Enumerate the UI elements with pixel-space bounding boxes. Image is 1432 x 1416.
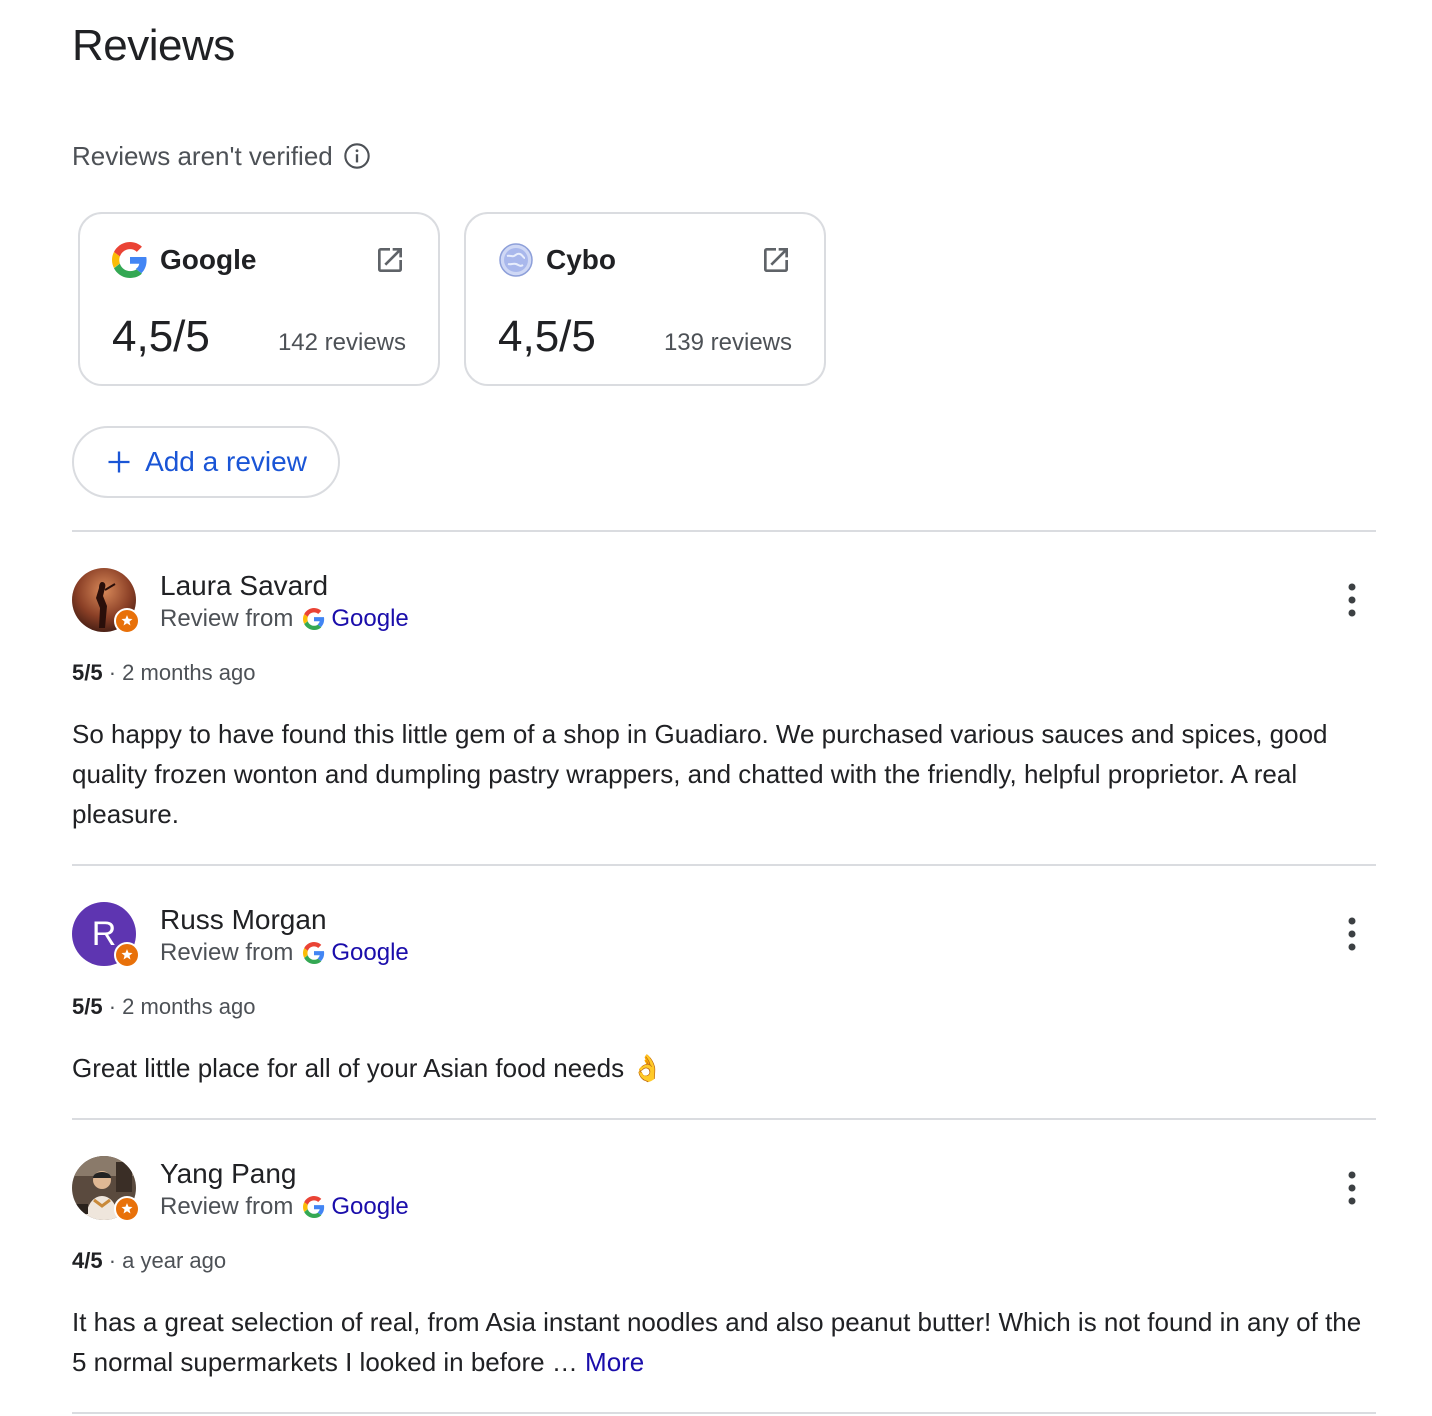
more-options-icon[interactable] [1344,582,1360,618]
source-card-cybo[interactable]: Cybo 4,5/5 139 reviews [464,212,826,386]
local-guide-badge-icon [114,1196,140,1222]
source-card-google[interactable]: Google 4,5/5 142 reviews [78,212,440,386]
review-source-name: Google [331,1193,409,1220]
verification-note: Reviews aren't verified [72,138,371,174]
review-score: 5/5 [72,994,103,1019]
google-g-icon [112,242,147,278]
review-item: Yang Pang Review from Google 4/5 · a yea… [72,1156,1376,1396]
source-rating: 4,5/5 [112,312,210,361]
review-source-link[interactable]: Google [303,1192,409,1222]
add-review-button[interactable]: Add a review [72,426,340,498]
review-text: Great little place for all of your Asian… [72,1053,664,1083]
divider [72,1412,1376,1414]
add-review-label: Add a review [145,446,307,477]
review-from-label: Review from [160,605,294,632]
page-title: Reviews [72,21,235,70]
divider [72,864,1376,866]
review-source-line: Review from Google [160,938,409,968]
review-score: 5/5 [72,660,103,685]
more-link[interactable]: More [585,1347,644,1377]
source-review-count: 139 reviews [663,329,792,356]
review-from-label: Review from [160,939,294,966]
review-meta: 5/5 · 2 months ago [72,992,255,1022]
avatar[interactable]: R [72,902,140,968]
info-icon[interactable] [343,142,371,170]
source-name: Cybo [546,244,616,275]
divider [72,530,1376,532]
external-link-icon[interactable] [760,244,792,276]
review-score: 4/5 [72,1248,103,1273]
source-review-count: 142 reviews [277,329,406,356]
review-meta: 5/5 · 2 months ago [72,658,255,688]
review-source-name: Google [331,939,409,966]
review-item: Laura Savard Review from Google 5/5 · 2 … [72,568,1376,838]
reviewer-name[interactable]: Laura Savard [160,568,328,604]
meta-separator: · [108,994,117,1019]
avatar[interactable] [72,1156,140,1222]
review-text: So happy to have found this little gem o… [72,719,1328,829]
source-name: Google [160,244,257,275]
cybo-globe-icon [499,243,533,277]
reviewer-name[interactable]: Russ Morgan [160,902,327,938]
local-guide-badge-icon [114,942,140,968]
google-g-icon [303,1196,325,1218]
review-item: R Russ Morgan Review from Google 5/5 · 2… [72,902,1376,1102]
meta-separator: · [108,1248,117,1273]
source-card-header: Cybo [498,240,616,280]
reviews-panel: Reviews Reviews aren't verified Google 4… [0,0,1432,1416]
source-card-header: Google [112,240,256,280]
meta-separator: · [108,660,117,685]
review-text: It has a great selection of real, from A… [72,1307,1362,1377]
source-rating: 4,5/5 [498,312,596,361]
review-source-name: Google [331,605,409,632]
review-time: a year ago [122,1248,227,1273]
more-options-icon[interactable] [1344,1170,1360,1206]
review-from-label: Review from [160,1193,294,1220]
review-source-link[interactable]: Google [303,938,409,968]
review-meta: 4/5 · a year ago [72,1246,226,1276]
google-g-icon [303,942,325,964]
review-text-container: It has a great selection of real, from A… [72,1302,1372,1382]
reviewer-name[interactable]: Yang Pang [160,1156,297,1192]
external-link-icon[interactable] [374,244,406,276]
review-source-link[interactable]: Google [303,604,409,634]
review-source-line: Review from Google [160,604,409,634]
review-time: 2 months ago [122,994,256,1019]
avatar[interactable] [72,568,140,634]
verification-note-text: Reviews aren't verified [72,141,333,171]
local-guide-badge-icon [114,608,140,634]
plus-icon [108,451,130,473]
divider [72,1118,1376,1120]
review-source-line: Review from Google [160,1192,409,1222]
google-g-icon [303,608,325,630]
review-time: 2 months ago [122,660,256,685]
more-options-icon[interactable] [1344,916,1360,952]
